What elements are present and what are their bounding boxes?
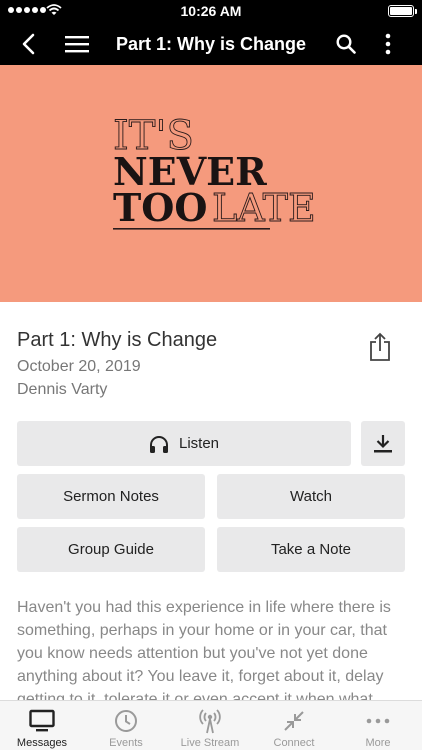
tab-live-stream-label: Live Stream: [180, 737, 240, 749]
tab-more-label: More: [365, 737, 391, 749]
artwork-line-3b: LATE: [212, 186, 316, 230]
sermon-notes-button[interactable]: Sermon Notes: [17, 474, 205, 519]
arrows-in-icon: [284, 711, 304, 731]
group-guide-button[interactable]: Group Guide: [17, 527, 205, 572]
download-button[interactable]: [361, 421, 405, 466]
more-options-button[interactable]: [376, 22, 400, 65]
download-icon: [374, 434, 392, 452]
group-guide-label: Group Guide: [68, 541, 154, 558]
tab-connect-label: Connect: [273, 737, 315, 749]
sermon-artwork-graphic: IT'S NEVER TOO LATE: [113, 113, 317, 231]
sermon-details: Part 1: Why is Change October 20, 2019 D…: [17, 328, 347, 400]
tab-bar: Messages Events Live Stream Connect More: [0, 700, 422, 750]
clock-icon: [115, 710, 137, 732]
share-icon: [370, 332, 390, 361]
nav-bar: Part 1: Why is Change: [0, 22, 422, 65]
sermon-title: Part 1: Why is Change: [17, 329, 218, 351]
watch-button[interactable]: Watch: [217, 474, 405, 519]
tab-connect[interactable]: Connect: [252, 701, 336, 750]
headphones-icon: [149, 435, 168, 453]
tab-events-label: Events: [109, 737, 143, 749]
artwork-underline: [113, 228, 270, 230]
dots-icon: [366, 718, 390, 724]
share-button[interactable]: [368, 332, 392, 362]
sermon-artwork: IT'S NEVER TOO LATE: [0, 65, 422, 302]
tab-events[interactable]: Events: [84, 701, 168, 750]
listen-button[interactable]: Listen: [17, 421, 351, 466]
sermon-date: October 20, 2019: [17, 358, 141, 375]
tv-icon: [29, 709, 55, 732]
battery-icon: [388, 5, 417, 17]
tab-messages[interactable]: Messages: [0, 701, 84, 750]
tab-more[interactable]: More: [336, 701, 420, 750]
sermon-notes-label: Sermon Notes: [63, 488, 159, 505]
artwork-line-3a: TOO: [113, 185, 207, 230]
broadcast-icon: [199, 709, 221, 734]
tab-live-stream[interactable]: Live Stream: [168, 701, 252, 750]
vertical-dots-icon: [385, 33, 391, 54]
search-button[interactable]: [332, 22, 360, 65]
status-bar: 10:26 AM: [0, 0, 422, 22]
sermon-speaker: Dennis Varty: [17, 381, 108, 398]
listen-label: Listen: [178, 435, 220, 452]
status-time: 10:26 AM: [180, 3, 242, 19]
watch-label: Watch: [290, 488, 332, 505]
search-icon: [336, 33, 356, 54]
take-a-note-label: Take a Note: [270, 541, 352, 558]
take-a-note-button[interactable]: Take a Note: [217, 527, 405, 572]
tab-messages-label: Messages: [16, 737, 68, 749]
sermon-description: Haven't you had this experience in life …: [17, 599, 391, 700]
